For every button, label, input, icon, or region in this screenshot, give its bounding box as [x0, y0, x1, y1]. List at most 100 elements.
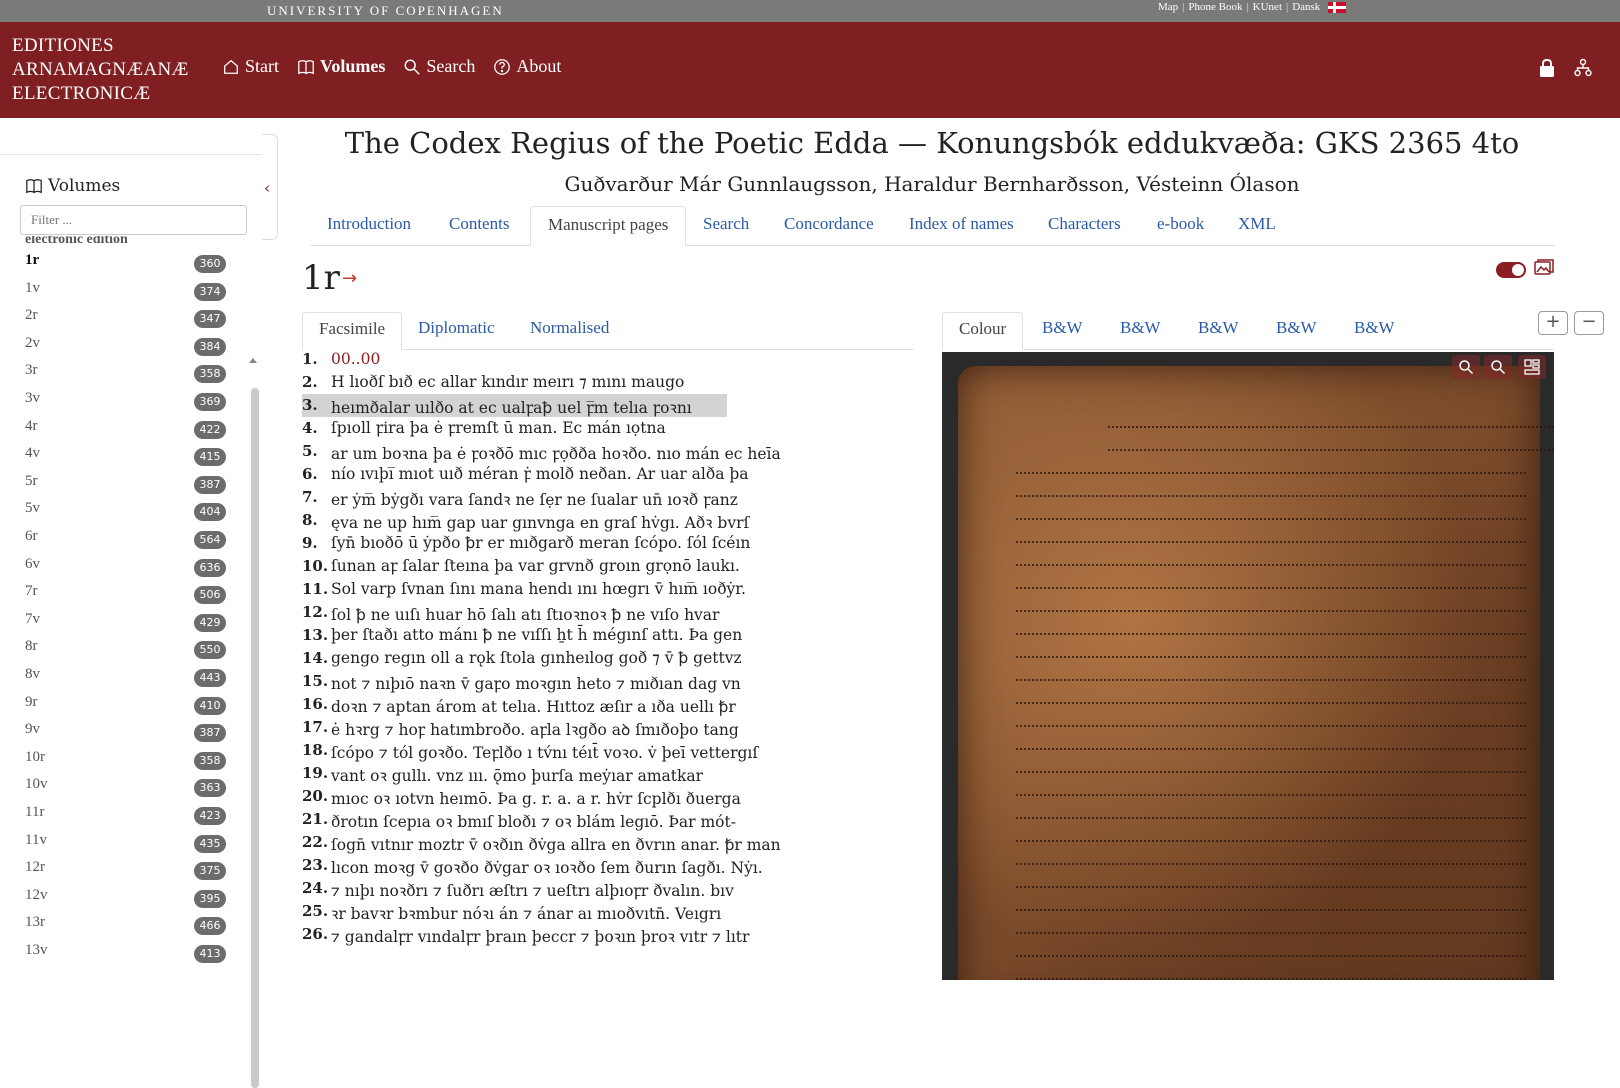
tab-e-book[interactable]: e-book: [1140, 206, 1221, 246]
scroll-up-arrow-icon[interactable]: [248, 350, 258, 363]
nav-start[interactable]: Start: [222, 56, 279, 77]
sidebar-page-item[interactable]: 1v 374: [0, 278, 248, 306]
sidebar-page-item[interactable]: 4v 415: [0, 443, 248, 471]
viewer-fit-icon[interactable]: [1518, 355, 1546, 379]
transcription-line[interactable]: 25. ꝛr bavꝛr bꝛmbur nóꝛı án ⁊ ánar aı mıo…: [302, 900, 727, 923]
filter-input[interactable]: [20, 205, 247, 235]
sidebar-page-item[interactable]: 3v 369: [0, 388, 248, 416]
tab-search[interactable]: Search: [686, 206, 766, 246]
phone-book-link[interactable]: Phone Book: [1188, 1, 1242, 13]
tab-bw-5[interactable]: B&W: [1338, 312, 1411, 350]
transcription-line[interactable]: 26. ⁊ gandalꝼr vındalꝼr þraın þeccr ⁊ þoꝛ…: [302, 923, 749, 946]
tab-index-of-names[interactable]: Index of names: [892, 206, 1031, 246]
sidebar-page-item[interactable]: 1r 360: [0, 250, 248, 278]
transcription-line[interactable]: 6. nío ıvıþı̅ mıot uıð méran ꝼ̇ molð neða…: [302, 463, 749, 486]
tab-bw-2[interactable]: B&W: [1104, 312, 1177, 350]
transcription-line[interactable]: 19. vant oꝛ gullı. vnz ııı. ǭmo þurſa meẏ…: [302, 762, 727, 785]
map-link[interactable]: Map: [1158, 1, 1178, 13]
transcription-line[interactable]: 15. not ⁊ nıþıō naꝛn v̄ gaꝼo moꝛgın heto …: [302, 670, 741, 693]
dansk-link[interactable]: Dansk: [1292, 1, 1320, 13]
transcription-line[interactable]: 4. ſpıoll ꝼira þa ė ꝼremſt ū man. Ec mán …: [302, 417, 727, 440]
tab-manuscript-pages[interactable]: Manuscript pages: [530, 206, 687, 246]
sidebar-page-item[interactable]: 3r 358: [0, 360, 248, 388]
scrollbar[interactable]: [251, 388, 259, 1088]
transcription-line[interactable]: 7. er ẏm̅ bẏgðı vara ſandꝛ ne ſẹr ne ſual…: [302, 486, 738, 509]
transcription-line[interactable]: 10. ſunan aꝼ ſalar ſteına þa var grvnð gr…: [302, 555, 740, 578]
transcription-line[interactable]: 9. ſyn̄ bıoðō ū ẏpðo ꝥr er mıðgarð meran …: [302, 532, 750, 555]
tab-introduction[interactable]: Introduction: [310, 206, 428, 246]
transcription-line[interactable]: 3. heımðalar uılðo at ec ualꝼaꝥ uel ꝼ̅m t…: [302, 394, 727, 417]
transcription-line[interactable]: 16. doꝛn ⁊ aptan árom at telıa. Hıttoz æſ…: [302, 693, 736, 716]
tab-facsimile[interactable]: Facsimile: [302, 312, 403, 350]
next-page-arrow-icon[interactable]: →: [342, 268, 357, 289]
transcription-line[interactable]: 5. ar um boꝛna þa ė ꝼoꝛðō mıc ꝼọðða hoꝛðo…: [302, 440, 781, 463]
transcription-line[interactable]: 23. lıcon moꝛg v̄ goꝛðo ðv̇gar oꝛ ıoꝛðo ſ…: [302, 854, 763, 877]
sidebar-page-item[interactable]: 2r 347: [0, 305, 248, 333]
sidebar-page-item[interactable]: 8r 550: [0, 636, 248, 664]
transcription-line[interactable]: 21. ðrotın ſcepıa oꝛ bmıſ bloðı ⁊ oꝛ blám…: [302, 808, 736, 831]
sidebar-page-item[interactable]: 4r 422: [0, 416, 248, 444]
sidebar-page-item[interactable]: 10r 358: [0, 747, 248, 775]
tab-diplomatic[interactable]: Diplomatic: [402, 312, 510, 350]
sidebar-page-item[interactable]: 6r 564: [0, 526, 248, 554]
sidebar-page-item[interactable]: 5r 387: [0, 471, 248, 499]
danish-flag-icon[interactable]: [1328, 1, 1347, 13]
tab-characters[interactable]: Characters: [1031, 206, 1138, 246]
transcription-line[interactable]: 12. ſol ꝥ ne uıſı huar hō ſalı atı ſtıoꝛn…: [302, 601, 727, 624]
sidebar-page-item[interactable]: 13v 413: [0, 940, 248, 968]
site-brand[interactable]: EDITIONES ARNAMAGNÆANÆ ELECTRONICÆ: [12, 34, 189, 106]
sitemap-icon[interactable]: [1574, 58, 1592, 78]
line-text: þer ſtaðı atto mánı ꝥ ne vıſſı ẖt h̄ még…: [331, 626, 743, 644]
zoom-in-button[interactable]: +: [1538, 311, 1568, 335]
transcription-line[interactable]: 13. þer ſtaðı atto mánı ꝥ ne vıſſı ẖt h̄ …: [302, 624, 742, 647]
kunet-link[interactable]: KUnet: [1253, 1, 1282, 13]
transcription-line[interactable]: 18. ſcópo ⁊ tól goꝛðo. Teꝼlðo ı tv́nı téı…: [302, 739, 758, 762]
sidebar-page-item[interactable]: 8v 443: [0, 664, 248, 692]
lock-icon[interactable]: [1538, 58, 1556, 78]
transcription-line[interactable]: 2. H lıoðſ bıð ec allar kındır meırı ⁊ mı…: [302, 371, 727, 394]
tab-bw-3[interactable]: B&W: [1182, 312, 1255, 350]
transcription-line[interactable]: 8. ęva ne up hım̅ gap uar gınvnga en graſ…: [302, 509, 749, 532]
transcription-line[interactable]: 24. ⁊ nıþı noꝛðrı ⁊ ſuðrı æſtrı ⁊ ueſtrı …: [302, 877, 734, 900]
nav-volumes[interactable]: Volumes: [297, 56, 385, 77]
viewer-zoom-in-icon[interactable]: [1452, 355, 1480, 379]
manuscript-image-viewer[interactable]: [942, 352, 1554, 980]
nav-search[interactable]: Search: [403, 56, 475, 77]
sidebar-page-item[interactable]: 5v 404: [0, 498, 248, 526]
tab-bw-1[interactable]: B&W: [1026, 312, 1099, 350]
chevron-left-icon: ‹: [264, 179, 270, 197]
sidebar-page-item[interactable]: 7v 429: [0, 609, 248, 637]
sidebar-page-item[interactable]: 7r 506: [0, 581, 248, 609]
line-number: 22.: [302, 833, 329, 851]
sidebar-page-item[interactable]: 12r 375: [0, 857, 248, 885]
sidebar-page-item[interactable]: 12v 395: [0, 885, 248, 913]
tab-concordance[interactable]: Concordance: [767, 206, 891, 246]
university-name[interactable]: UNIVERSITY OF COPENHAGEN: [267, 3, 504, 19]
transcription-line[interactable]: 14. gengo regın oll a rǫk ſtola gınheılog…: [302, 647, 742, 670]
zoom-out-button[interactable]: −: [1574, 311, 1604, 335]
tab-bw-4[interactable]: B&W: [1260, 312, 1333, 350]
sidebar-page-item[interactable]: 11v 435: [0, 830, 248, 858]
tab-normalised[interactable]: Normalised: [514, 312, 625, 350]
transcription-line[interactable]: 11. Sol varp ſvnan ſını mana hendı ını hœ…: [302, 578, 746, 601]
sidebar-page-item[interactable]: 6v 636: [0, 554, 248, 582]
sidebar-page-item[interactable]: 10v 363: [0, 774, 248, 802]
sidebar-page-item[interactable]: 9v 387: [0, 719, 248, 747]
tab-contents[interactable]: Contents: [432, 206, 526, 246]
view-toggle[interactable]: [1496, 262, 1526, 278]
transcription-line[interactable]: 20. mıoc oꝛ ıotvn heımō. Þa g. r. a. a r.…: [302, 785, 741, 808]
sidebar-page-item[interactable]: 9r 410: [0, 692, 248, 720]
transcription-line[interactable]: 17. ė hꝛrg ⁊ hoꝼ hatımbroðo. aꝼla lꝛgðo a…: [302, 716, 739, 739]
image-icon[interactable]: [1534, 259, 1554, 277]
page-count-badge: 564: [194, 531, 226, 549]
sidebar-page-item[interactable]: 2v 384: [0, 333, 248, 361]
transcription-line[interactable]: 22. ſogn̄ vıtnır moztr v̄ oꝛðın ðv̇ga all…: [302, 831, 781, 854]
sidebar-page-item[interactable]: 13r 466: [0, 912, 248, 940]
sidebar-collapse-button[interactable]: ‹: [262, 134, 278, 240]
transcription-line[interactable]: 1. 00..00: [302, 348, 727, 371]
nav-about[interactable]: About: [493, 56, 561, 77]
tab-colour[interactable]: Colour: [942, 312, 1024, 350]
sidebar-page-item[interactable]: 11r 423: [0, 802, 248, 830]
viewer-zoom-out-icon[interactable]: [1484, 355, 1512, 379]
tab-xml[interactable]: XML: [1221, 206, 1293, 246]
